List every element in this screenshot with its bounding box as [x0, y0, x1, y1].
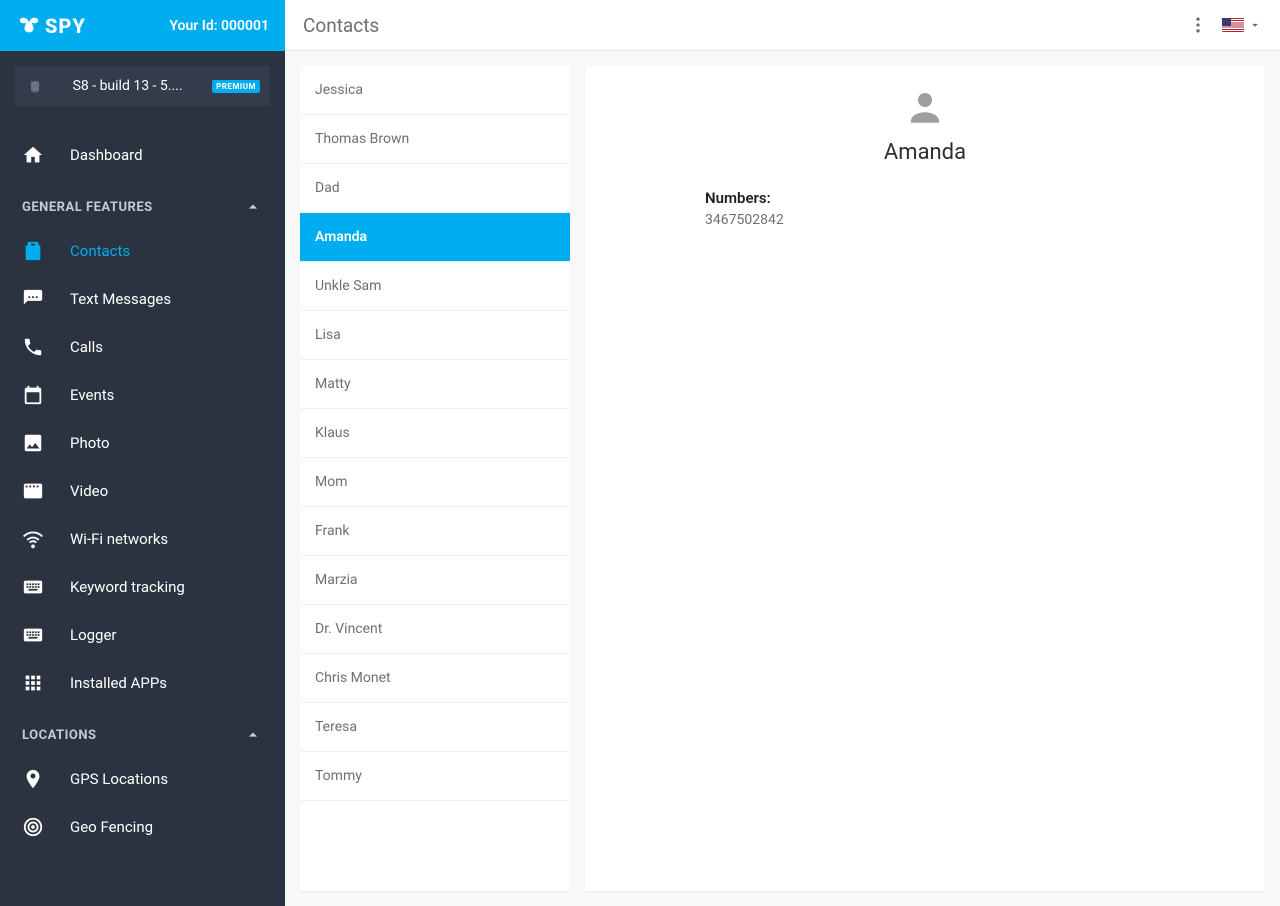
home-icon [22, 144, 44, 166]
contact-row[interactable]: Tommy [300, 752, 570, 801]
sidebar-item-label: Geo Fencing [70, 818, 153, 836]
sms-icon [22, 288, 44, 310]
page-title: Contacts [303, 14, 379, 37]
event-icon [22, 384, 44, 406]
sidebar-item-wifi[interactable]: Wi-Fi networks [0, 515, 285, 563]
contact-row[interactable]: Marzia [300, 556, 570, 605]
pin-icon [22, 768, 44, 790]
sidebar-item-keyword[interactable]: Keyword tracking [0, 563, 285, 611]
contact-row[interactable]: Jessica [300, 66, 570, 115]
phone-number: 3467502842 [705, 212, 1145, 228]
contact-row[interactable]: Unkle Sam [300, 262, 570, 311]
sidebar-item-label: Dashboard [70, 146, 143, 164]
video-icon [22, 480, 44, 502]
contact-row[interactable]: Klaus [300, 409, 570, 458]
detail-header: Amanda [705, 86, 1145, 165]
nav-section-title: LOCATIONS [22, 728, 97, 743]
contact-row[interactable]: Matty [300, 360, 570, 409]
chevron-up-icon [243, 197, 263, 217]
contact-row[interactable]: Dr. Vincent [300, 605, 570, 654]
sidebar-item-logger[interactable]: Logger [0, 611, 285, 659]
sidebar-item-apps[interactable]: Installed APPs [0, 659, 285, 707]
keyboard-icon [22, 624, 44, 646]
sidebar-item-label: GPS Locations [70, 770, 168, 788]
contact-row[interactable]: Mom [300, 458, 570, 507]
contact-row[interactable]: Amanda [300, 213, 570, 262]
premium-badge: PREMIUM [212, 80, 260, 93]
sidebar-item-label: Video [70, 482, 108, 500]
sidebar-item-contacts[interactable]: Contacts [0, 227, 285, 275]
android-icon [27, 78, 43, 94]
wifi-icon [22, 528, 44, 550]
keyboard-icon [22, 576, 44, 598]
sidebar-item-events[interactable]: Events [0, 371, 285, 419]
logo[interactable]: SPY [16, 14, 86, 38]
logo-icon [16, 15, 42, 37]
sidebar-item-video[interactable]: Video [0, 467, 285, 515]
sidebar-header: SPY Your Id: 000001 [0, 0, 285, 51]
sidebar-nav: Dashboard GENERAL FEATURES Contacts Text M… [0, 121, 285, 906]
sidebar-item-label: Keyword tracking [70, 578, 185, 596]
contact-row[interactable]: Chris Monet [300, 654, 570, 703]
detail-numbers-section: Numbers: 3467502842 [705, 189, 1145, 228]
contact-detail: Amanda Numbers: 3467502842 [585, 66, 1265, 891]
user-id-label: Your Id: 000001 [169, 18, 269, 34]
kebab-menu-icon[interactable] [1188, 15, 1208, 35]
sidebar-item-label: Contacts [70, 242, 130, 260]
chevron-up-icon [243, 725, 263, 745]
caret-down-icon [1248, 18, 1262, 32]
sidebar-item-dashboard[interactable]: Dashboard [0, 131, 285, 179]
flag-icon [1222, 18, 1244, 32]
target-icon [22, 816, 44, 838]
phone-icon [22, 336, 44, 358]
apps-icon [22, 672, 44, 694]
main: Contacts JessicaThomas BrownDadAmandaUnk… [285, 0, 1280, 906]
sidebar-item-photo[interactable]: Photo [0, 419, 285, 467]
nav-section-title: GENERAL FEATURES [22, 200, 153, 215]
device-selector[interactable]: S8 - build 13 - 5.... PREMIUM [15, 66, 270, 106]
sidebar-item-label: Logger [70, 626, 117, 644]
nav-section-header[interactable]: LOCATIONS [0, 707, 285, 755]
sidebar-item-label: Wi-Fi networks [70, 530, 168, 548]
image-icon [22, 432, 44, 454]
sidebar-item-label: Installed APPs [70, 674, 167, 692]
sidebar-item-gps[interactable]: GPS Locations [0, 755, 285, 803]
sidebar-item-label: Photo [70, 434, 110, 452]
topbar-actions [1188, 15, 1262, 35]
sidebar-item-text-messages[interactable]: Text Messages [0, 275, 285, 323]
content: JessicaThomas BrownDadAmandaUnkle SamLis… [285, 51, 1280, 906]
contact-row[interactable]: Teresa [300, 703, 570, 752]
sidebar-item-label: Text Messages [70, 290, 171, 308]
sidebar: SPY Your Id: 000001 S8 - build 13 - 5...… [0, 0, 285, 906]
numbers-label: Numbers: [705, 189, 1145, 207]
sidebar-item-label: Calls [70, 338, 103, 356]
logo-text: SPY [45, 14, 86, 38]
device-name: S8 - build 13 - 5.... [53, 78, 202, 94]
sidebar-item-label: Events [70, 386, 114, 404]
sidebar-item-geofence[interactable]: Geo Fencing [0, 803, 285, 851]
contact-row[interactable]: Dad [300, 164, 570, 213]
nav-section-header[interactable]: GENERAL FEATURES [0, 179, 285, 227]
topbar: Contacts [285, 0, 1280, 51]
contact-row[interactable]: Thomas Brown [300, 115, 570, 164]
avatar-icon [904, 86, 946, 128]
detail-name: Amanda [884, 140, 966, 165]
contact-row[interactable]: Frank [300, 507, 570, 556]
contact-row[interactable]: Lisa [300, 311, 570, 360]
clipboard-icon [22, 240, 44, 262]
contact-list: JessicaThomas BrownDadAmandaUnkle SamLis… [300, 66, 570, 891]
sidebar-item-calls[interactable]: Calls [0, 323, 285, 371]
language-selector[interactable] [1222, 18, 1262, 32]
